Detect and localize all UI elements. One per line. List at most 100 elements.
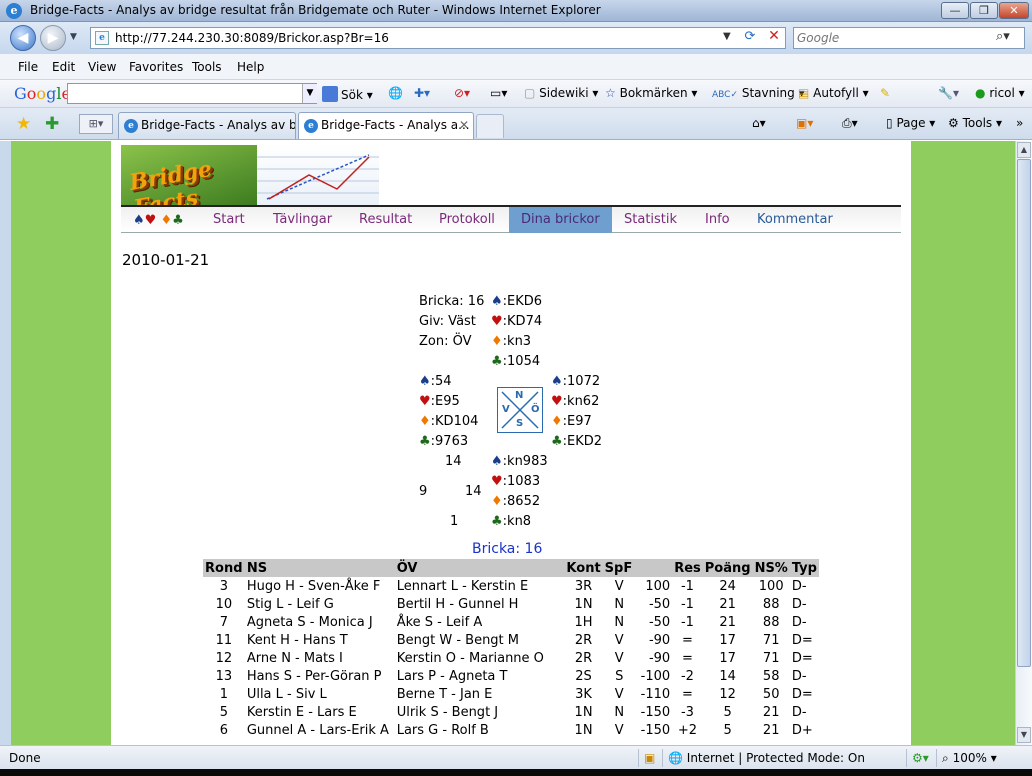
vertical-scrollbar[interactable]: ▲ ▼ [1015, 141, 1032, 745]
nav-kommentar[interactable]: Kommentar [757, 212, 833, 227]
table-cell: V [614, 632, 624, 648]
nav-start[interactable]: Start [213, 212, 245, 227]
table-cell: Agneta S - Monica J [246, 614, 373, 630]
east-hearts: :kn62 [562, 394, 600, 409]
back-button[interactable]: ◀ [10, 25, 36, 51]
table-cell: N [614, 596, 625, 612]
restore-button[interactable]: ❐ [970, 2, 998, 19]
table-cell: 2R [574, 650, 593, 666]
nav-dina-brickor[interactable]: Dina brickor [509, 207, 612, 233]
tab-bar: ★ ✚ ⊞▾ e Bridge-Facts - Analys av br... … [0, 108, 1032, 140]
print-icon[interactable]: ⎙▾ [842, 116, 858, 131]
col-kont[interactable]: Kont [564, 559, 603, 577]
col-res[interactable]: Res [672, 559, 703, 577]
menu-favorites[interactable]: Favorites [129, 60, 183, 74]
tools-menu[interactable]: ⚙ Tools ▾ [948, 116, 1002, 130]
table-row: 11 Kent H - Hans T Bengt W - Bengt M 2R V -90… [203, 631, 819, 649]
search-input[interactable] [797, 30, 992, 46]
highlighter-icon[interactable]: ✎ [880, 86, 890, 100]
favorites-star-icon[interactable]: ★ [16, 114, 31, 134]
menu-help[interactable]: Help [237, 60, 264, 74]
menu-edit[interactable]: Edit [52, 60, 75, 74]
scroll-down-icon[interactable]: ▼ [1017, 727, 1031, 743]
url-dropdown-icon[interactable]: ▼ [723, 31, 731, 42]
autofill-button[interactable]: ▤ Autofyll ▾ [798, 86, 869, 100]
security-zone[interactable]: 🌐 Internet | Protected Mode: On [668, 751, 865, 765]
spelling-button[interactable]: ABC✓ Stavning ▾ [712, 86, 805, 100]
refresh-icon[interactable]: ⟳ [739, 29, 761, 47]
status-bar: Done ▣ 🌐 Internet | Protected Mode: On ⚙… [0, 745, 1032, 769]
google-dropdown-icon[interactable]: ▼ [302, 84, 317, 103]
north-diamonds: :kn3 [502, 334, 532, 349]
table-cell: 12 [719, 686, 736, 702]
col-typ[interactable]: Typ [789, 559, 819, 577]
table-cell: 13 [215, 668, 233, 684]
scroll-thumb[interactable] [1017, 159, 1031, 667]
club-icon: ♣ [491, 354, 503, 369]
search-icon[interactable]: ⌕▾ [996, 29, 1010, 44]
globe-icon[interactable]: 🌐 [388, 86, 403, 100]
table-cell: 1H [574, 614, 593, 630]
globe-icon: 🌐 [668, 751, 683, 765]
add-favorite-icon[interactable]: ✚ [45, 114, 59, 134]
col-ns-percent[interactable]: NS% [752, 559, 790, 577]
scroll-up-icon[interactable]: ▲ [1017, 142, 1031, 158]
sok-button[interactable]: Sök ▾ [322, 86, 373, 102]
col-ns[interactable]: NS [244, 559, 395, 577]
protected-mode-icon[interactable]: ⚙▾ [912, 751, 929, 765]
new-tab-button[interactable] [476, 114, 504, 138]
nav-statistik[interactable]: Statistik [624, 212, 677, 227]
nav-protokoll[interactable]: Protokoll [439, 212, 495, 227]
col-poang[interactable]: Poäng [702, 559, 753, 577]
history-dropdown-icon[interactable]: ▼ [70, 32, 77, 42]
popup-blocker-icon[interactable]: ⊘▾ [454, 86, 470, 100]
page-menu[interactable]: ▯ Page ▾ [886, 116, 935, 130]
close-button[interactable]: ✕ [999, 2, 1029, 19]
col-ov[interactable]: ÖV [394, 559, 565, 577]
table-row: 13 Hans S - Per-Göran P Lars P - Agneta T 2… [203, 667, 819, 685]
tricks-top: 14 [445, 454, 462, 469]
quick-tabs-button[interactable]: ⊞▾ [79, 114, 113, 134]
east-diamonds: :E97 [562, 414, 592, 429]
menu-view[interactable]: View [88, 60, 116, 74]
bar-icon[interactable]: ▭▾ [490, 86, 507, 100]
table-cell: -2 [680, 668, 694, 684]
col-spf[interactable]: SpF [602, 559, 636, 577]
menu-file[interactable]: File [18, 60, 38, 74]
forward-arrow-icon: ▶ [47, 30, 59, 46]
url-field[interactable]: e http://77.244.230.30:8089/Brickor.asp?… [90, 27, 786, 49]
feeds-icon[interactable]: ▣▾ [796, 116, 813, 130]
menu-tools[interactable]: Tools [192, 60, 222, 74]
forward-button[interactable]: ▶ [40, 25, 66, 51]
home-icon[interactable]: ⌂▾ [752, 116, 766, 130]
west-hand: ♠:54 ♥:E95 ♦:KD104 ♣:9763 [419, 372, 478, 452]
compass-o: Ö [531, 404, 540, 415]
google-g-icon [322, 86, 338, 102]
nav-info[interactable]: Info [705, 212, 730, 227]
more-commands-icon[interactable]: » [1016, 116, 1023, 130]
google-search-input[interactable] [67, 83, 317, 104]
tab-1[interactable]: e Bridge-Facts - Analys av br... [118, 112, 296, 139]
minimize-button[interactable]: — [941, 2, 969, 19]
security-icon[interactable]: ▣ [644, 751, 655, 765]
status-text: Done [9, 751, 41, 765]
account-button[interactable]: ● ricol ▾ [975, 86, 1025, 100]
search-box[interactable]: ⌕▾ [793, 27, 1025, 49]
sidewiki-button[interactable]: ▢ Sidewiki ▾ [524, 86, 598, 100]
stop-icon[interactable]: ✕ [763, 28, 785, 48]
plus-icon[interactable]: ✚▾ [414, 86, 430, 100]
nav-resultat[interactable]: Resultat [359, 212, 412, 227]
col-rond[interactable]: Rond [203, 559, 245, 577]
nav-tavlingar[interactable]: Tävlingar [273, 212, 332, 227]
table-cell: 71 [762, 650, 780, 666]
site-logo[interactable]: Bridge Facts [121, 145, 379, 222]
table-cell: D= [791, 632, 813, 648]
tab-2[interactable]: e Bridge-Facts - Analys a... ✕ [298, 112, 474, 139]
wrench-icon[interactable]: 🔧▾ [938, 86, 959, 100]
table-cell: 7 [219, 614, 229, 630]
suits-icon: ♠♥ ♦♣ [133, 213, 184, 228]
bookmarks-button[interactable]: ☆ Bokmärken ▾ [605, 86, 697, 100]
zoom-level[interactable]: ⌕ 100% ▾ [942, 751, 997, 766]
table-cell: 58 [762, 668, 780, 684]
tab-close-icon[interactable]: ✕ [459, 118, 469, 132]
